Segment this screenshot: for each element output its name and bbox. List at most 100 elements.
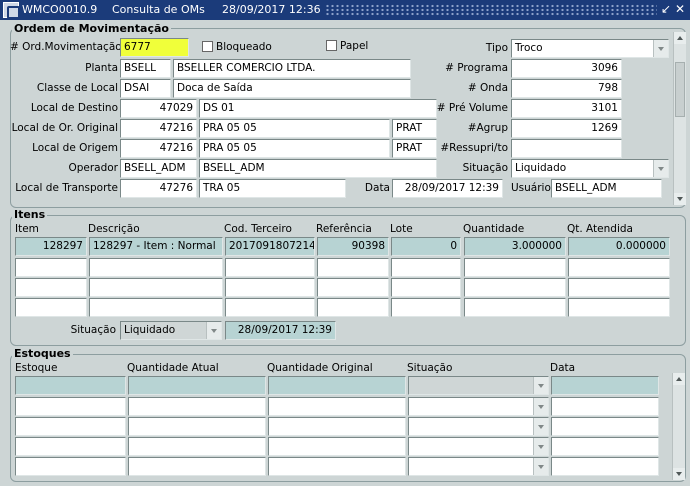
onda-field[interactable]: 798: [511, 79, 622, 98]
local-origem-label: Local de Origem: [32, 142, 118, 154]
local-or-original-code-field[interactable]: 47216: [120, 119, 197, 138]
itens-cell-lote[interactable]: 0: [391, 237, 461, 256]
itens-cell-item[interactable]: 128297: [15, 237, 87, 256]
local-transporte-name-field[interactable]: TRA 05: [199, 179, 346, 198]
restore-icon[interactable]: ↙: [659, 2, 673, 17]
estoques-cell-quantidade-original[interactable]: [268, 397, 406, 416]
estoques-cell-quantidade-original[interactable]: [268, 417, 406, 436]
scroll-down-icon[interactable]: [674, 193, 686, 205]
scroll-up-icon[interactable]: [673, 373, 685, 385]
title-datetime: 28/09/2017 12:36: [222, 3, 321, 16]
estoques-cell-quantidade-original[interactable]: [268, 437, 406, 456]
itens-cell-quantidade[interactable]: 3.000000: [464, 237, 566, 256]
close-icon[interactable]: ✕: [673, 2, 687, 17]
programa-field[interactable]: 3096: [511, 59, 622, 78]
ordem-scrollbar[interactable]: [673, 32, 686, 205]
planta-code-field[interactable]: BSELL: [120, 59, 171, 78]
itens-cell-descricao[interactable]: 128297 - Item : Normal: [89, 237, 223, 256]
ord-mov-input[interactable]: 6777: [120, 38, 189, 57]
itens-cell-cod-terceiro[interactable]: 20170918072146258: [225, 237, 315, 256]
itens-cell-item[interactable]: [15, 298, 87, 317]
itens-cell-cod-terceiro[interactable]: [225, 278, 315, 297]
itens-cell-descricao[interactable]: [89, 298, 223, 317]
itens-cell-cod-terceiro[interactable]: [225, 298, 315, 317]
estoques-cell-quantidade-atual[interactable]: [128, 376, 266, 395]
situacao-select[interactable]: Liquidado: [511, 159, 669, 178]
estoques-cell-quantidade-atual[interactable]: [128, 437, 266, 456]
estoques-cell-data[interactable]: [551, 397, 659, 416]
estoques-cell-estoque[interactable]: [15, 397, 126, 416]
estoques-cell-quantidade-original[interactable]: [268, 376, 406, 395]
chevron-down-icon: [538, 445, 544, 449]
itens-situacao-select[interactable]: Liquidado: [120, 321, 222, 340]
local-origem-name-field[interactable]: PRA 05 05: [199, 139, 390, 158]
itens-cell-item[interactable]: [15, 258, 87, 277]
itens-cell-qt-atendida[interactable]: [568, 298, 670, 317]
estoques-cell-data[interactable]: [551, 376, 659, 395]
estoques-cell-estoque[interactable]: [15, 417, 126, 436]
scroll-up-icon[interactable]: [674, 32, 686, 44]
itens-cell-cod-terceiro[interactable]: [225, 258, 315, 277]
classe-local-code-field[interactable]: DSAI: [120, 79, 171, 98]
data-field[interactable]: 28/09/2017 12:39: [392, 179, 503, 198]
local-or-original-name-field[interactable]: PRA 05 05: [199, 119, 390, 138]
estoques-cell-quantidade-original[interactable]: [268, 457, 406, 476]
itens-cell-qt-atendida[interactable]: 0.000000: [568, 237, 670, 256]
itens-cell-quantidade[interactable]: [464, 258, 566, 277]
papel-checkbox[interactable]: [326, 40, 337, 51]
tipo-label: Tipo: [485, 42, 508, 54]
planta-name-field[interactable]: BSELLER COMERCIO LTDA.: [173, 59, 411, 78]
local-transporte-code-field[interactable]: 47276: [120, 179, 197, 198]
scroll-down-icon[interactable]: [673, 468, 685, 480]
scroll-thumb[interactable]: [675, 62, 685, 117]
estoques-cell-quantidade-atual[interactable]: [128, 457, 266, 476]
local-destino-code-field[interactable]: 47029: [120, 99, 197, 118]
itens-cell-qt-atendida[interactable]: [568, 258, 670, 277]
itens-cell-lote[interactable]: [391, 258, 461, 277]
estoques-scrollbar[interactable]: [672, 373, 685, 480]
itens-col-header-item: Item: [15, 223, 39, 235]
itens-cell-referencia[interactable]: [317, 298, 389, 317]
pre-volume-label: # Pré Volume: [436, 102, 508, 114]
estoques-cell-situacao[interactable]: [408, 437, 549, 456]
usuario-label: Usuário: [511, 182, 551, 194]
estoques-cell-situacao[interactable]: [408, 417, 549, 436]
estoques-cell-data[interactable]: [551, 457, 659, 476]
pre-volume-field[interactable]: 3101: [511, 99, 622, 118]
usuario-field[interactable]: BSELL_ADM: [551, 179, 662, 198]
itens-cell-quantidade[interactable]: [464, 278, 566, 297]
operador-code-field[interactable]: BSELL_ADM: [120, 159, 197, 178]
itens-cell-lote[interactable]: [391, 298, 461, 317]
estoques-cell-data[interactable]: [551, 437, 659, 456]
local-origem-code-field[interactable]: 47216: [120, 139, 197, 158]
estoques-cell-situacao[interactable]: [408, 397, 549, 416]
itens-data-field[interactable]: 28/09/2017 12:39: [225, 321, 336, 340]
estoques-cell-data[interactable]: [551, 417, 659, 436]
itens-cell-descricao[interactable]: [89, 258, 223, 277]
estoques-cell-quantidade-atual[interactable]: [128, 397, 266, 416]
estoques-cell-situacao[interactable]: [408, 457, 549, 476]
itens-cell-referencia[interactable]: [317, 278, 389, 297]
operador-name-field[interactable]: BSELL_ADM: [199, 159, 437, 178]
itens-cell-descricao[interactable]: [89, 278, 223, 297]
tipo-select[interactable]: Troco: [511, 39, 669, 58]
itens-cell-item[interactable]: [15, 278, 87, 297]
itens-cell-lote[interactable]: [391, 278, 461, 297]
classe-local-name-field[interactable]: Doca de Saída: [173, 79, 411, 98]
ressupri-field[interactable]: [511, 139, 622, 158]
itens-cell-referencia[interactable]: [317, 258, 389, 277]
local-destino-name-field[interactable]: DS 01: [199, 99, 437, 118]
estoques-cell-estoque[interactable]: [15, 437, 126, 456]
itens-cell-referencia[interactable]: 90398: [317, 237, 389, 256]
papel-label: Papel: [340, 40, 369, 52]
agrup-label: #Agrup: [467, 122, 508, 134]
itens-cell-qt-atendida[interactable]: [568, 278, 670, 297]
agrup-field[interactable]: 1269: [511, 119, 622, 138]
estoques-cell-estoque[interactable]: [15, 376, 126, 395]
estoques-cell-estoque[interactable]: [15, 457, 126, 476]
estoques-cell-situacao[interactable]: [408, 376, 549, 395]
bloqueado-checkbox[interactable]: [202, 41, 213, 52]
estoques-cell-quantidade-atual[interactable]: [128, 417, 266, 436]
itens-cell-quantidade[interactable]: [464, 298, 566, 317]
data-label: Data: [364, 182, 390, 194]
